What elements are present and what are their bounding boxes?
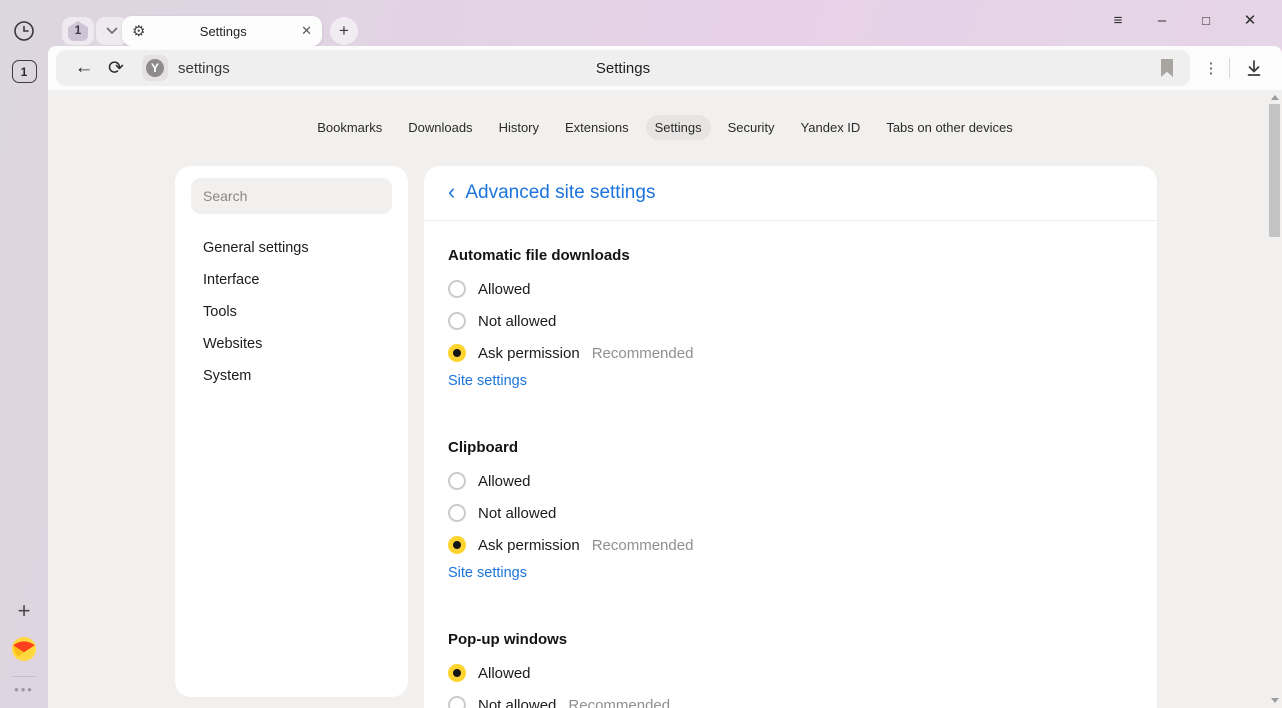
tab-group-count: 1: [68, 21, 88, 41]
radio-icon[interactable]: [448, 280, 466, 298]
site-settings-link[interactable]: Site settings: [448, 565, 527, 589]
nav-history[interactable]: History: [490, 115, 548, 140]
browser-menu-icon[interactable]: ≡: [1096, 12, 1140, 29]
radio-icon[interactable]: [448, 312, 466, 330]
tab-close-icon[interactable]: ✕: [301, 23, 312, 39]
radio-selected-icon[interactable]: [448, 536, 466, 554]
address-bar[interactable]: ← ⟳ Y settings Settings: [56, 50, 1190, 86]
rail-divider: [12, 676, 36, 677]
minimize-button[interactable]: –: [1140, 12, 1184, 29]
radio-label: Not allowed: [478, 313, 556, 330]
back-icon[interactable]: ←: [68, 57, 100, 79]
side-rail: 1 + •••: [0, 0, 48, 708]
tab-panel-counter[interactable]: 1: [0, 60, 48, 83]
recommended-note: Recommended: [568, 697, 670, 708]
nav-yandex-id[interactable]: Yandex ID: [792, 115, 870, 140]
bookmark-icon[interactable]: [1158, 58, 1176, 78]
page-scrollbar[interactable]: [1268, 90, 1282, 708]
radio-option[interactable]: Not allowed: [448, 305, 1133, 337]
radio-option[interactable]: Ask permission Recommended: [448, 529, 1133, 561]
nav-tabs-other-devices[interactable]: Tabs on other devices: [877, 115, 1021, 140]
site-favicon: Y: [142, 55, 168, 81]
radio-option[interactable]: Ask permission Recommended: [448, 337, 1133, 369]
radio-label: Not allowed: [478, 505, 556, 522]
nav-extensions[interactable]: Extensions: [556, 115, 638, 140]
radio-selected-icon[interactable]: [448, 664, 466, 682]
downloads-icon[interactable]: [1230, 58, 1278, 78]
section-title: Pop-up windows: [448, 631, 1133, 651]
history-clock-icon[interactable]: [0, 20, 48, 42]
page-window: ← ⟳ Y settings Settings ⋮: [48, 46, 1282, 708]
radio-option[interactable]: Allowed: [448, 657, 1133, 689]
radio-label: Ask permission: [478, 345, 580, 362]
section-popup-windows: Pop-up windows Allowed Not allowed Recom…: [448, 631, 1133, 708]
settings-sidebar: General settings Interface Tools Website…: [175, 166, 408, 697]
more-options-icon[interactable]: ⋮: [1193, 59, 1229, 77]
nav-security[interactable]: Security: [719, 115, 784, 140]
new-tab-button[interactable]: +: [330, 17, 358, 45]
recommended-note: Recommended: [592, 345, 694, 362]
settings-sections-list: General settings Interface Tools Website…: [191, 232, 392, 392]
url-text[interactable]: settings: [178, 60, 230, 77]
tab-group-badge[interactable]: 1: [62, 17, 94, 45]
yandex-mail-icon[interactable]: [0, 636, 48, 662]
nav-bookmarks[interactable]: Bookmarks: [308, 115, 391, 140]
tab-settings[interactable]: ⚙ Settings ✕: [122, 16, 322, 46]
gear-icon: ⚙: [132, 22, 145, 40]
sidebar-item-interface[interactable]: Interface: [191, 264, 392, 296]
reload-icon[interactable]: ⟳: [100, 57, 132, 80]
radio-icon[interactable]: [448, 472, 466, 490]
radio-selected-icon[interactable]: [448, 344, 466, 362]
yandex-favicon-icon: Y: [146, 59, 164, 77]
rail-add-button[interactable]: +: [0, 598, 48, 624]
tab-title: Settings: [145, 24, 301, 39]
toolbar-actions: ⋮: [1193, 50, 1278, 86]
nav-settings[interactable]: Settings: [646, 115, 711, 140]
tab-counter-badge: 1: [12, 60, 37, 83]
sidebar-item-websites[interactable]: Websites: [191, 328, 392, 360]
card-body: Automatic file downloads Allowed Not all…: [424, 221, 1157, 708]
radio-icon[interactable]: [448, 504, 466, 522]
maximize-button[interactable]: □: [1184, 13, 1228, 28]
toolbar: ← ⟳ Y settings Settings ⋮: [48, 46, 1282, 90]
radio-label: Allowed: [478, 281, 531, 298]
sidebar-item-general-settings[interactable]: General settings: [191, 232, 392, 264]
radio-label: Not allowed: [478, 697, 556, 708]
advanced-site-settings-card: ‹ Advanced site settings Automatic file …: [424, 166, 1157, 708]
radio-label: Allowed: [478, 473, 531, 490]
scrollbar-thumb[interactable]: [1269, 104, 1280, 237]
browser-window: 1 + ••• 1 ⚙ Settings ✕ + ≡ – □: [0, 0, 1282, 708]
window-controls: ≡ – □ ✕: [1096, 0, 1272, 40]
radio-option[interactable]: Not allowed: [448, 497, 1133, 529]
search-input[interactable]: [191, 178, 392, 214]
tab-strip: 1 ⚙ Settings ✕ + ≡ – □ ✕: [48, 0, 1282, 46]
sidebar-item-tools[interactable]: Tools: [191, 296, 392, 328]
section-title: Automatic file downloads: [448, 247, 1133, 267]
recommended-note: Recommended: [592, 537, 694, 554]
rail-more-icon[interactable]: •••: [0, 682, 48, 697]
radio-option[interactable]: Allowed: [448, 465, 1133, 497]
section-title: Clipboard: [448, 439, 1133, 459]
radio-icon[interactable]: [448, 696, 466, 708]
section-clipboard: Clipboard Allowed Not allowed Ask permis…: [448, 439, 1133, 589]
close-button[interactable]: ✕: [1228, 11, 1272, 29]
radio-label: Allowed: [478, 665, 531, 682]
back-chevron-icon[interactable]: ‹: [448, 181, 455, 206]
settings-nav: Bookmarks Downloads History Extensions S…: [48, 90, 1282, 140]
chevron-down-icon: [106, 27, 118, 35]
settings-page: Bookmarks Downloads History Extensions S…: [48, 90, 1282, 708]
site-settings-link[interactable]: Site settings: [448, 373, 527, 397]
nav-downloads[interactable]: Downloads: [399, 115, 481, 140]
section-automatic-file-downloads: Automatic file downloads Allowed Not all…: [448, 247, 1133, 397]
card-header[interactable]: ‹ Advanced site settings: [424, 166, 1157, 221]
radio-option[interactable]: Not allowed Recommended: [448, 689, 1133, 708]
scroll-down-arrow-icon[interactable]: [1271, 698, 1279, 703]
sidebar-item-system[interactable]: System: [191, 360, 392, 392]
radio-option[interactable]: Allowed: [448, 273, 1133, 305]
card-title[interactable]: Advanced site settings: [465, 182, 655, 204]
radio-label: Ask permission: [478, 537, 580, 554]
scroll-up-arrow-icon[interactable]: [1271, 95, 1279, 100]
